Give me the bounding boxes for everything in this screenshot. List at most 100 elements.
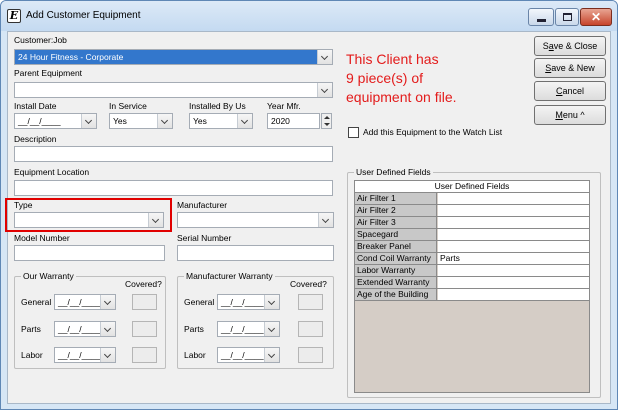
manufacturer-combo[interactable] [177,212,334,228]
add-customer-equipment-window: E Add Customer Equipment ✕ Customer:Job … [0,0,618,410]
udf-row-name: Air Filter 3 [355,217,437,228]
manufacturer-warranty-parts-date[interactable]: __/__/____ [217,321,280,337]
our-warranty-general-label: General [21,297,52,307]
spin-up-icon[interactable] [324,116,330,119]
minimize-button[interactable] [528,8,554,26]
chevron-down-icon[interactable] [317,83,332,97]
install-date-field[interactable]: __/__/____ [14,113,97,129]
udf-row[interactable]: Labor Warranty [355,265,589,277]
udf-row[interactable]: Air Filter 2 [355,205,589,217]
our-warranty-parts-date-value: __/__/____ [58,324,101,334]
manufacturer-warranty-parts-label: Parts [184,324,204,334]
chevron-down-icon[interactable] [148,213,163,227]
chevron-down-icon[interactable] [264,322,279,336]
udf-grid: User Defined Fields Air Filter 1 Air Fil… [354,180,590,393]
our-warranty-general-date[interactable]: __/__/____ [54,294,116,310]
in-service-value: Yes [113,116,127,126]
udf-row-name: Cond Coil Warranty [355,253,437,264]
our-warranty-parts-date[interactable]: __/__/____ [54,321,116,337]
udf-row-value[interactable] [438,229,589,240]
title-bar[interactable]: E Add Customer Equipment ✕ [1,1,617,31]
udf-row-value[interactable] [438,265,589,276]
udf-row-value[interactable]: Parts [438,253,589,264]
our-warranty-general-covered[interactable] [132,294,157,310]
chevron-down-icon[interactable] [100,295,115,309]
manufacturer-warranty-labor-date[interactable]: __/__/____ [217,347,280,363]
cancel-label-post: ancel [562,86,584,96]
udf-row[interactable]: Cond Coil Warranty Parts [355,253,589,265]
udf-row-value[interactable] [438,205,589,216]
chevron-down-icon[interactable] [237,114,252,128]
year-mfr-field[interactable]: 2020 [267,113,320,129]
udf-row[interactable]: Spacegard [355,229,589,241]
model-number-field[interactable] [14,245,165,261]
customer-job-value: 24 Hour Fitness - Corporate [18,52,124,62]
menu-label-key: M [555,110,563,120]
save-new-button[interactable]: Save & New [534,58,606,78]
model-number-label: Model Number [14,233,70,243]
udf-row-value[interactable] [438,217,589,228]
udf-row[interactable]: Air Filter 3 [355,217,589,229]
watch-list-checkbox[interactable] [348,127,359,138]
manufacturer-warranty-title: Manufacturer Warranty [184,271,275,281]
chevron-down-icon[interactable] [317,50,332,64]
menu-button[interactable]: Menu ^ [534,105,606,125]
chevron-down-icon[interactable] [81,114,96,128]
installed-by-us-label: Installed By Us [189,101,246,111]
spin-down-icon[interactable] [324,123,330,126]
parent-equipment-combo[interactable] [14,82,333,98]
chevron-down-icon[interactable] [318,213,333,227]
manufacturer-warranty-labor-date-value: __/__/____ [221,350,264,360]
manufacturer-warranty-general-covered[interactable] [298,294,323,310]
description-field[interactable] [14,146,333,162]
our-warranty-labor-date[interactable]: __/__/____ [54,347,116,363]
year-mfr-spinner[interactable] [321,113,332,129]
serial-number-field[interactable] [177,245,334,261]
our-warranty-parts-label: Parts [21,324,41,334]
type-combo[interactable] [14,212,164,228]
our-warranty-group: Our Warranty Covered? General __/__/____… [14,271,166,369]
manufacturer-warranty-parts-covered[interactable] [298,321,323,337]
udf-row-value[interactable] [438,277,589,288]
in-service-label: In Service [109,101,147,111]
our-warranty-parts-covered[interactable] [132,321,157,337]
in-service-combo[interactable]: Yes [109,113,173,129]
our-warranty-labor-covered[interactable] [132,347,157,363]
serial-number-label: Serial Number [177,233,232,243]
manufacturer-warranty-general-label: General [184,297,215,307]
chevron-down-icon[interactable] [100,348,115,362]
menu-label-post: enu ^ [562,110,585,120]
message-line-3: equipment on file. [346,89,457,105]
installed-by-us-combo[interactable]: Yes [189,113,253,129]
cancel-button[interactable]: Cancel [534,81,606,101]
udf-row-value[interactable] [438,289,589,300]
manufacturer-warranty-parts-date-value: __/__/____ [221,324,264,334]
udf-row-name: Air Filter 2 [355,205,437,216]
maximize-button[interactable] [555,8,579,26]
chevron-down-icon[interactable] [100,322,115,336]
udf-row[interactable]: Breaker Panel [355,241,589,253]
close-button[interactable]: ✕ [580,8,612,26]
manufacturer-warranty-general-date[interactable]: __/__/____ [217,294,280,310]
our-warranty-labor-label: Labor [21,350,43,360]
udf-row[interactable]: Extended Warranty [355,277,589,289]
save-close-button[interactable]: Save & Close [534,36,606,56]
app-icon: E [7,9,21,23]
chevron-down-icon[interactable] [157,114,172,128]
parent-equipment-label: Parent Equipment [14,68,83,78]
manufacturer-warranty-labor-label: Labor [184,350,206,360]
chevron-down-icon[interactable] [264,295,279,309]
udf-row[interactable]: Air Filter 1 [355,193,589,205]
udf-grid-header: User Defined Fields [355,181,589,193]
description-label: Description [14,134,57,144]
customer-job-combo[interactable]: 24 Hour Fitness - Corporate [14,49,333,65]
equipment-location-field[interactable] [14,180,333,196]
udf-group-title: User Defined Fields [354,167,433,177]
udf-row-value[interactable] [438,241,589,252]
udf-group: User Defined Fields User Defined Fields … [347,167,601,398]
manufacturer-warranty-labor-covered[interactable] [298,347,323,363]
udf-row-value[interactable] [438,193,589,204]
udf-row[interactable]: Age of the Building [355,289,589,301]
chevron-down-icon[interactable] [264,348,279,362]
type-label: Type [14,200,33,210]
